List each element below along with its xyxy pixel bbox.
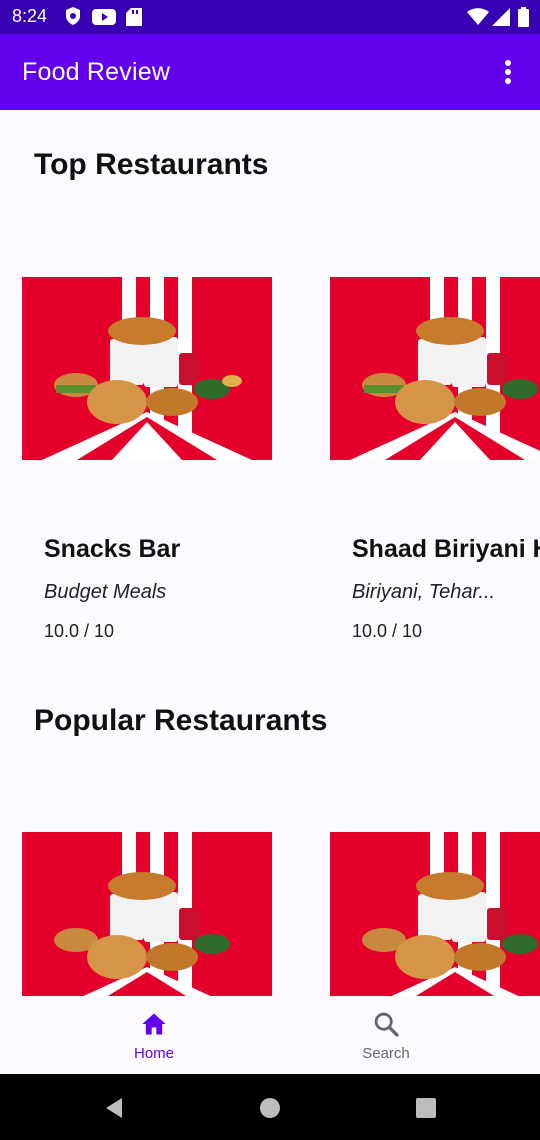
restaurant-card[interactable]: Shaad Biriyani House Biriyani, Tehar... … xyxy=(330,277,540,657)
recents-icon[interactable] xyxy=(412,1094,440,1122)
home-icon xyxy=(142,1013,166,1035)
bottom-navigation: Home Search xyxy=(0,996,540,1074)
restaurant-cuisine: Budget Meals xyxy=(44,581,167,603)
app-title: Food Review xyxy=(22,58,171,86)
section-title-top-restaurants: Top Restaurants xyxy=(34,148,269,181)
section-title-popular-restaurants: Popular Restaurants xyxy=(34,704,328,737)
status-time: 8:24 xyxy=(12,6,48,26)
nav-label-home: Home xyxy=(133,1045,174,1062)
restaurant-rating: 10.0 / 10 xyxy=(352,621,423,641)
status-bar: 8:24 xyxy=(0,0,540,34)
signal-icon xyxy=(492,8,510,26)
restaurant-rating: 10.0 / 10 xyxy=(44,621,115,641)
youtube-icon xyxy=(92,9,116,25)
nav-item-home[interactable]: Home xyxy=(19,996,289,1074)
wifi-icon xyxy=(467,8,489,25)
home-button-icon[interactable] xyxy=(256,1094,284,1122)
sd-card-icon xyxy=(126,8,142,26)
nav-item-search[interactable]: Search xyxy=(251,996,521,1074)
app-bar: Food Review xyxy=(0,34,540,110)
restaurant-card[interactable] xyxy=(22,832,282,996)
restaurant-name: Shaad Biriyani House xyxy=(352,535,540,563)
restaurant-image xyxy=(330,277,540,460)
restaurant-cuisine: Biriyani, Tehar... xyxy=(352,581,496,603)
main-content[interactable]: Top Restaurants Snacks Bar Budget Meals … xyxy=(0,110,540,996)
back-icon[interactable] xyxy=(100,1094,128,1122)
system-navigation-bar xyxy=(0,1074,540,1140)
more-vert-icon[interactable] xyxy=(490,54,526,90)
restaurant-name: Snacks Bar xyxy=(44,535,181,563)
restaurant-card[interactable]: Snacks Bar Budget Meals 10.0 / 10 xyxy=(22,277,282,657)
restaurant-image xyxy=(22,832,272,996)
restaurant-image xyxy=(22,277,272,460)
restaurant-image xyxy=(330,832,540,996)
nav-label-search: Search xyxy=(362,1045,410,1062)
battery-icon xyxy=(518,7,529,27)
restaurant-card[interactable] xyxy=(330,832,540,996)
shield-icon xyxy=(66,7,80,25)
search-icon xyxy=(374,1012,399,1037)
